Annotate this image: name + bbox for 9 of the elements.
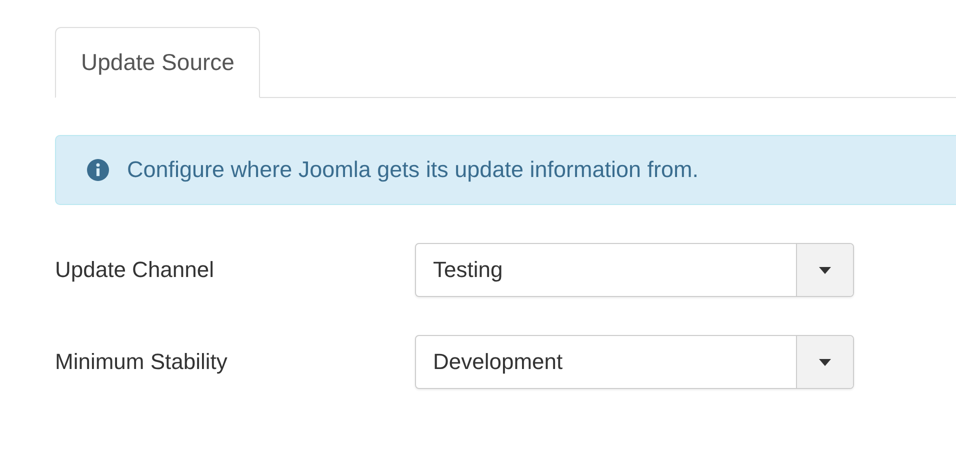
caret-icon (819, 358, 831, 366)
field-label: Update Channel (55, 257, 216, 283)
info-icon (87, 159, 109, 181)
dropdown[interactable]: Development (415, 335, 854, 389)
field-label: Minimum Stability (55, 349, 228, 375)
alert-text: Configure where Joomla gets its update information from. (127, 157, 699, 183)
caret-icon (819, 266, 831, 274)
dropdown[interactable]: Testing (415, 243, 854, 297)
tab[interactable]: Update Source (55, 27, 260, 98)
